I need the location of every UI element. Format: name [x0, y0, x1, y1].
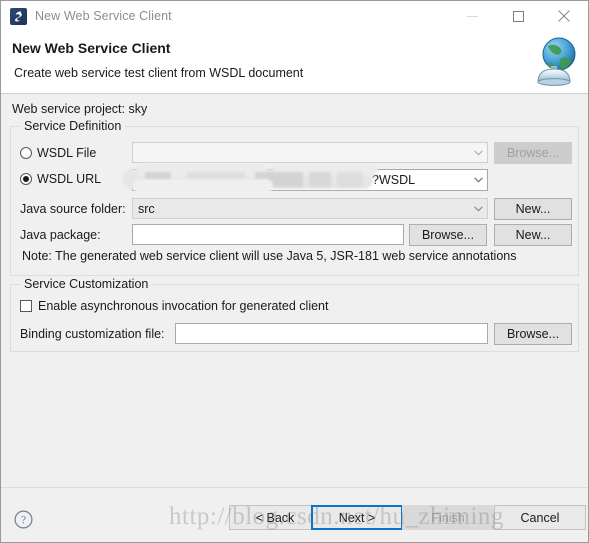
wsdl-url-value: ?WSDL	[372, 173, 416, 187]
radio-wsdl-file-indicator	[20, 147, 32, 159]
radio-wsdl-url[interactable]: WSDL URL	[20, 172, 101, 186]
async-invocation-checkbox-label: Enable asynchronous invocation for gener…	[38, 299, 329, 313]
close-icon	[558, 10, 570, 22]
java-source-folder-label: Java source folder:	[20, 202, 126, 216]
java-package-browse-button[interactable]: Browse...	[409, 224, 487, 246]
java-package-new-label: New...	[515, 228, 551, 242]
close-button[interactable]	[541, 1, 587, 31]
help-icon[interactable]: ?	[14, 510, 33, 529]
radio-wsdl-file-label: WSDL File	[37, 146, 97, 160]
annotations-note: Note: The generated web service client w…	[22, 249, 517, 263]
dialog-body: Web service project: sky Service Definit…	[1, 94, 588, 487]
cancel-button-label: Cancel	[520, 510, 560, 525]
service-customization-group-title: Service Customization	[20, 277, 153, 291]
wsdl-url-combo[interactable]: ?WSDL	[132, 169, 488, 191]
java-package-new-button[interactable]: New...	[494, 224, 572, 246]
binding-file-browse-label: Browse...	[506, 327, 560, 341]
finish-button: Finish	[402, 505, 494, 530]
java-package-input[interactable]	[132, 224, 404, 245]
maximize-icon	[512, 10, 524, 22]
service-definition-group-title: Service Definition	[20, 119, 126, 133]
back-button[interactable]: < Back	[229, 505, 321, 530]
radio-wsdl-url-label: WSDL URL	[37, 172, 102, 186]
java-source-folder-new-label: New...	[515, 202, 551, 216]
wsdl-file-combo[interactable]	[132, 142, 488, 163]
binding-file-input[interactable]	[175, 323, 488, 344]
radio-wsdl-file[interactable]: WSDL File	[20, 146, 96, 160]
chevron-down-icon	[470, 205, 487, 212]
wsdl-file-browse-button: Browse...	[494, 142, 572, 164]
java-package-browse-label: Browse...	[421, 228, 475, 242]
minimize-button[interactable]	[449, 1, 495, 31]
binding-file-label: Binding customization file:	[20, 327, 165, 341]
back-button-label: < Back	[255, 510, 295, 525]
java-source-folder-combo[interactable]: src	[132, 198, 488, 219]
dialog-footer: ? < Back Next > Finish Cancel	[1, 487, 588, 542]
page-subtitle: Create web service test client from WSDL…	[14, 66, 304, 80]
java-source-folder-value: src	[138, 201, 155, 216]
service-definition-group: Service Definition WSDL File Browse... W…	[10, 119, 579, 276]
dialog-header: New Web Service Client Create web servic…	[1, 31, 588, 94]
chevron-down-icon	[470, 149, 487, 156]
wsdl-file-browse-label: Browse...	[506, 146, 560, 160]
next-button-label: Next >	[338, 510, 376, 525]
minimize-icon	[466, 15, 478, 17]
java-source-folder-new-button[interactable]: New...	[494, 198, 572, 220]
java-package-label: Java package:	[20, 228, 101, 242]
title-bar: New Web Service Client	[1, 1, 588, 31]
chevron-down-icon	[470, 177, 487, 183]
binding-file-browse-button[interactable]: Browse...	[494, 323, 572, 345]
next-button[interactable]: Next >	[311, 505, 403, 530]
cancel-button[interactable]: Cancel	[494, 505, 586, 530]
globe-service-icon	[526, 32, 582, 90]
window-title: New Web Service Client	[35, 9, 172, 23]
service-customization-group: Service Customization Enable asynchronou…	[10, 277, 579, 352]
app-icon	[10, 7, 27, 25]
finish-button-label: Finish	[431, 510, 465, 525]
svg-text:?: ?	[21, 515, 26, 527]
page-title: New Web Service Client	[12, 40, 171, 56]
radio-wsdl-url-indicator	[20, 173, 32, 185]
project-label: Web service project: sky	[12, 102, 148, 116]
dialog-window: New Web Service Client New Web Service C…	[0, 0, 589, 543]
async-invocation-checkbox-indicator	[20, 300, 32, 312]
maximize-button[interactable]	[495, 1, 541, 31]
async-invocation-checkbox[interactable]: Enable asynchronous invocation for gener…	[20, 299, 328, 313]
